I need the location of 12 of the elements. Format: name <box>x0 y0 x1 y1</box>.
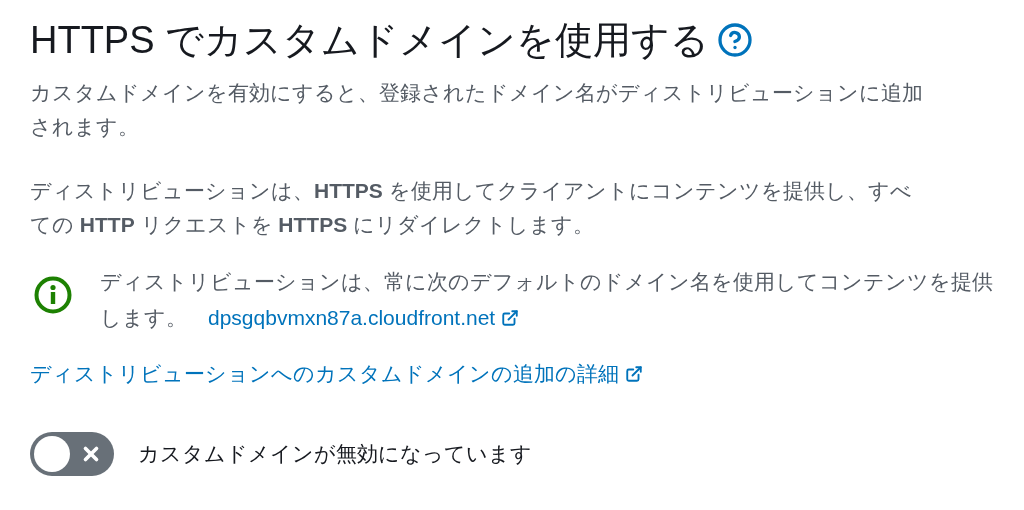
help-icon[interactable] <box>717 22 754 58</box>
external-link-icon <box>501 309 520 327</box>
toggle-switch[interactable] <box>30 432 114 476</box>
info-icon <box>34 276 72 314</box>
info-text: ディストリビューションは、常に次のデフォルトのドメイン名を使用してコンテンツを提供します。 dpsgqbvmxn87a.cloudfront.net <box>100 264 1000 336</box>
toggle-label: カスタムドメインが無効になっています <box>138 441 532 468</box>
description: ディストリビューションは、HTTPS を使用してクライアントにコンテンツを提供し、すべての HTTP リクエストを HTTPS にリダイレクトします。 <box>30 178 913 238</box>
description: カスタムドメインを有効にすると、登録されたドメイン名がディストリビューションに追加されます。 <box>30 80 924 140</box>
details-link[interactable]: ディストリビューションへのカスタムドメインの追加の詳細 <box>30 356 643 392</box>
page-title: HTTPS でカスタムドメインを使用する <box>30 18 710 63</box>
domain-link[interactable]: dpsgqbvmxn87a.cloudfront.net <box>208 300 520 336</box>
external-link-icon <box>625 365 643 383</box>
